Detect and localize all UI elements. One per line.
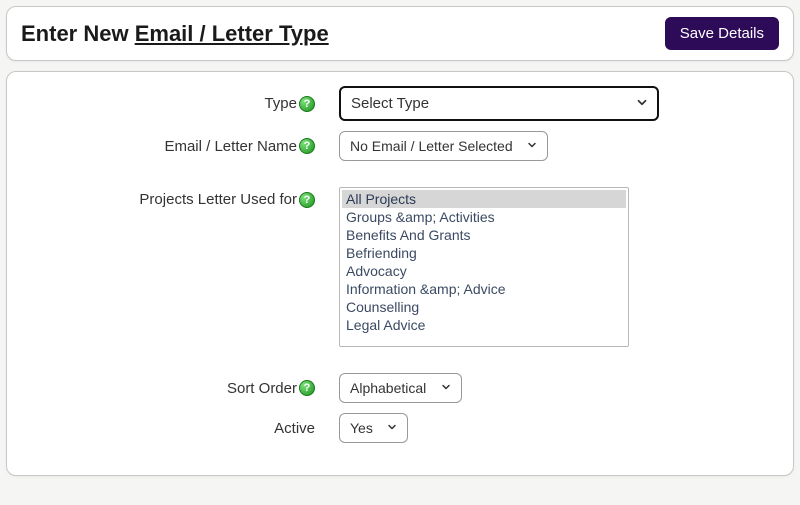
label-name-text: Email / Letter Name (164, 138, 297, 155)
help-icon[interactable]: ? (299, 96, 315, 112)
page-title-underlined: Email / Letter Type (135, 21, 329, 46)
row-active: Active Yes (23, 413, 777, 443)
label-projects-text: Projects Letter Used for (139, 191, 297, 208)
name-select-wrap: No Email / Letter Selected (339, 131, 548, 161)
page-title-prefix: Enter New (21, 21, 135, 46)
control-name: No Email / Letter Selected (323, 131, 548, 161)
label-sort-order: Sort Order ? (23, 380, 323, 397)
projects-multiselect[interactable]: All ProjectsGroups &amp; ActivitiesBenef… (339, 187, 629, 347)
control-sort-order: Alphabetical (323, 373, 462, 403)
label-type: Type ? (23, 95, 323, 112)
label-active-text: Active (274, 420, 315, 437)
header-panel: Enter New Email / Letter Type Save Detai… (6, 6, 794, 61)
active-select[interactable]: Yes (339, 413, 408, 443)
form-panel: Type ? Select Type Email / Letter Name ?… (6, 71, 794, 476)
help-icon[interactable]: ? (299, 192, 315, 208)
label-projects: Projects Letter Used for ? (23, 187, 323, 208)
row-sort-order: Sort Order ? Alphabetical (23, 373, 777, 403)
help-icon[interactable]: ? (299, 138, 315, 154)
help-icon[interactable]: ? (299, 380, 315, 396)
label-name: Email / Letter Name ? (23, 138, 323, 155)
sort-order-select-wrap: Alphabetical (339, 373, 462, 403)
label-sort-order-text: Sort Order (227, 380, 297, 397)
control-projects: All ProjectsGroups &amp; ActivitiesBenef… (323, 187, 629, 347)
active-select-wrap: Yes (339, 413, 408, 443)
type-select-wrap: Select Type (339, 86, 659, 121)
page-title: Enter New Email / Letter Type (21, 21, 329, 47)
control-active: Yes (323, 413, 408, 443)
name-select[interactable]: No Email / Letter Selected (339, 131, 548, 161)
row-name: Email / Letter Name ? No Email / Letter … (23, 131, 777, 161)
row-projects: Projects Letter Used for ? All ProjectsG… (23, 187, 777, 347)
type-select[interactable]: Select Type (339, 86, 659, 121)
row-type: Type ? Select Type (23, 86, 777, 121)
sort-order-select[interactable]: Alphabetical (339, 373, 462, 403)
save-details-button[interactable]: Save Details (665, 17, 779, 50)
label-type-text: Type (264, 95, 297, 112)
control-type: Select Type (323, 86, 659, 121)
label-active: Active (23, 420, 323, 437)
